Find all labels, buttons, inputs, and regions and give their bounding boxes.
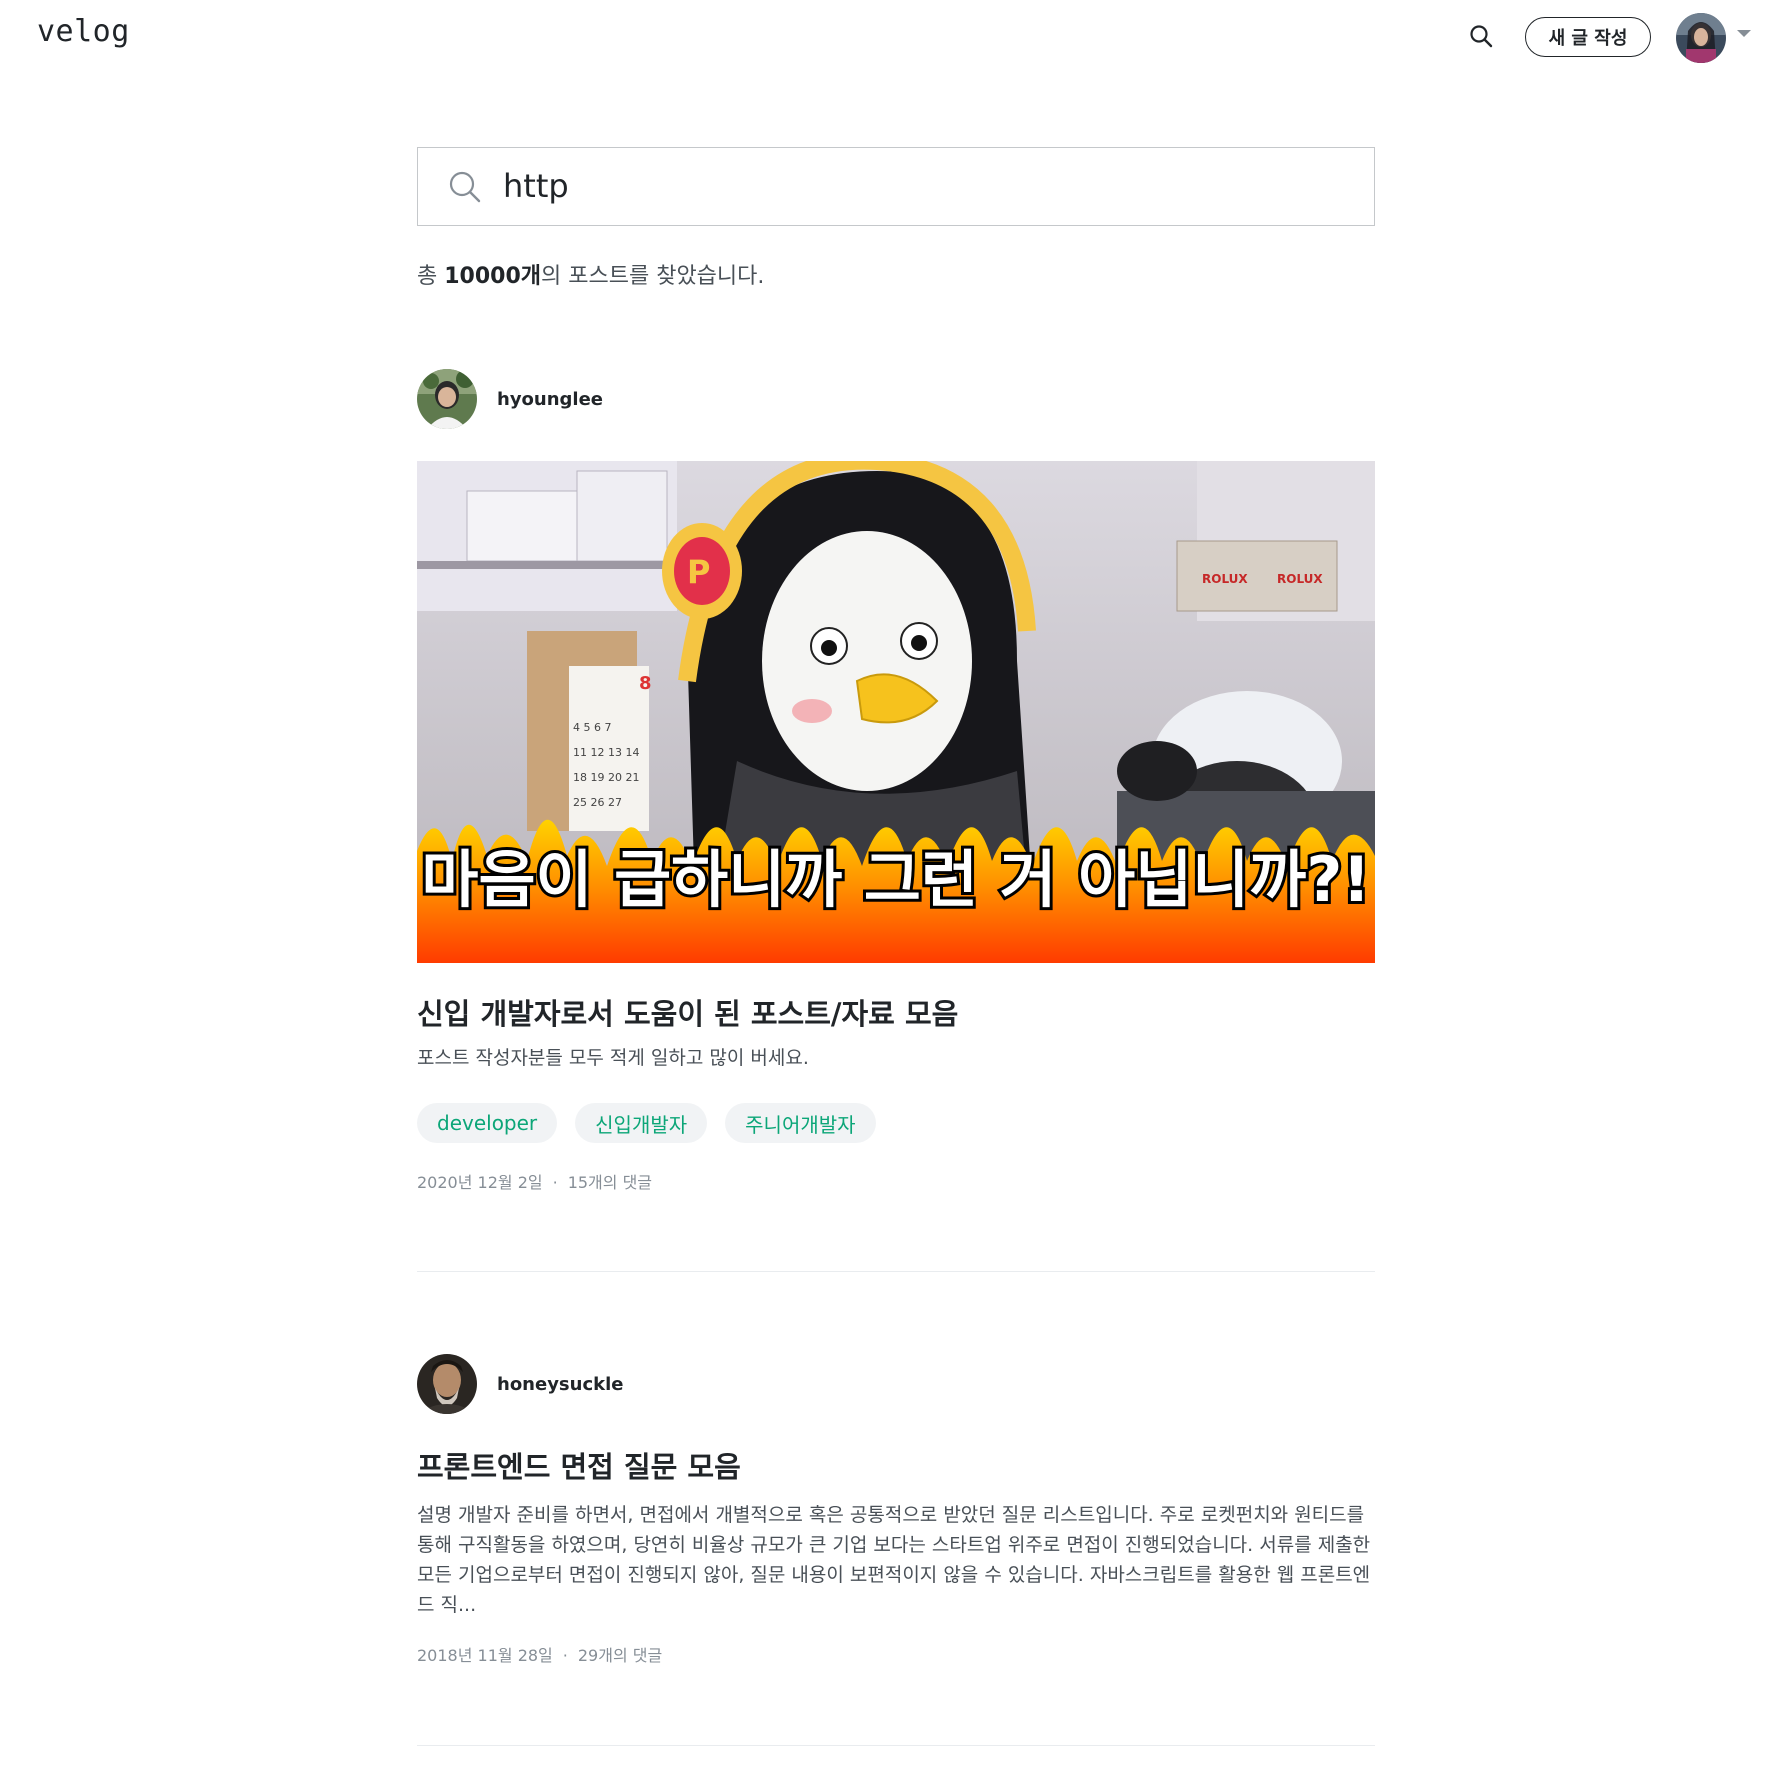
svg-text:ROLUX: ROLUX: [1277, 572, 1323, 586]
result-count: 총 10000개의 포스트를 찾았습니다.: [417, 258, 764, 290]
svg-text:4 5 6 7: 4 5 6 7: [573, 721, 611, 734]
svg-text:25 26 27: 25 26 27: [573, 796, 622, 809]
result-number: 10000개: [444, 264, 542, 289]
top-header: velog 새 글 작성: [0, 0, 1772, 74]
post-description: 포스트 작성자분들 모두 적게 일하고 많이 버세요.: [417, 1047, 809, 1069]
post-comments: 15개의 댓글: [567, 1173, 653, 1192]
meta-separator: ·: [552, 1173, 558, 1192]
post-thumbnail[interactable]: 8 4 5 6 7 11 12 13 14 18 19 20 21 25 26 …: [417, 461, 1375, 963]
tag-junior-developer[interactable]: 주니어개발자: [725, 1103, 876, 1143]
post-username[interactable]: hyounglee: [497, 389, 603, 410]
svg-text:ROLUX: ROLUX: [1202, 572, 1248, 586]
post-date: 2018년 11월 28일: [417, 1646, 553, 1665]
new-post-button[interactable]: 새 글 작성: [1525, 17, 1651, 57]
author-avatar-image: [417, 1354, 477, 1414]
result-prefix: 총: [417, 264, 445, 289]
post-divider: [417, 1745, 1375, 1746]
thumbnail-image: 8 4 5 6 7 11 12 13 14 18 19 20 21 25 26 …: [417, 461, 1375, 963]
tag-list: developer 신입개발자 주니어개발자: [417, 1103, 1375, 1143]
post-card: hyounglee 8 4 5 6 7 11 12 13 14 18 19 20…: [417, 369, 1375, 1193]
user-avatar-image: [1676, 13, 1726, 63]
post-meta: 2018년 11월 28일 · 29개의 댓글: [417, 1642, 1375, 1666]
svg-text:11 12 13 14: 11 12 13 14: [573, 746, 639, 759]
post-title[interactable]: 신입 개발자로서 도움이 된 포스트/자료 모음: [417, 991, 1375, 1033]
post-username[interactable]: honeysuckle: [497, 1374, 623, 1395]
post-meta: 2020년 12월 2일 · 15개의 댓글: [417, 1169, 1375, 1193]
svg-text:18 19 20 21: 18 19 20 21: [573, 771, 639, 784]
search-input[interactable]: [503, 158, 1353, 214]
caret-down-icon[interactable]: [1737, 30, 1751, 37]
post-date: 2020년 12월 2일: [417, 1173, 543, 1192]
search-box: [417, 147, 1375, 226]
user-avatar[interactable]: [1676, 13, 1726, 63]
avatar[interactable]: [417, 369, 477, 429]
svg-text:P: P: [687, 553, 710, 591]
post-author: hyounglee: [417, 369, 1375, 429]
author-avatar-image: [417, 369, 477, 429]
post-comments: 29개의 댓글: [577, 1646, 663, 1665]
velog-logo[interactable]: velog: [37, 14, 130, 49]
tag-developer[interactable]: developer: [417, 1103, 558, 1143]
search-icon: [1470, 25, 1493, 48]
search-icon: [449, 171, 481, 203]
tag-junior-dev[interactable]: 신입개발자: [575, 1103, 708, 1143]
post-title[interactable]: 프론트엔드 면접 질문 모음: [417, 1444, 1375, 1486]
post-card: honeysuckle 프론트엔드 면접 질문 모음 설명 개발자 준비를 하면…: [417, 1354, 1375, 1666]
svg-text:8: 8: [639, 673, 652, 694]
meta-separator: ·: [562, 1646, 568, 1665]
post-divider: [417, 1271, 1375, 1272]
post-author: honeysuckle: [417, 1354, 1375, 1414]
avatar[interactable]: [417, 1354, 477, 1414]
post-description: 설명 개발자 준비를 하면서, 면접에서 개별적으로 혹은 공통적으로 받았던 …: [417, 1504, 1371, 1616]
result-suffix: 의 포스트를 찾았습니다.: [541, 264, 765, 289]
header-search-button[interactable]: [1467, 22, 1495, 50]
thumbnail-caption: 마음이 급하니까 그런 거 아닙니까?!: [421, 843, 1370, 916]
